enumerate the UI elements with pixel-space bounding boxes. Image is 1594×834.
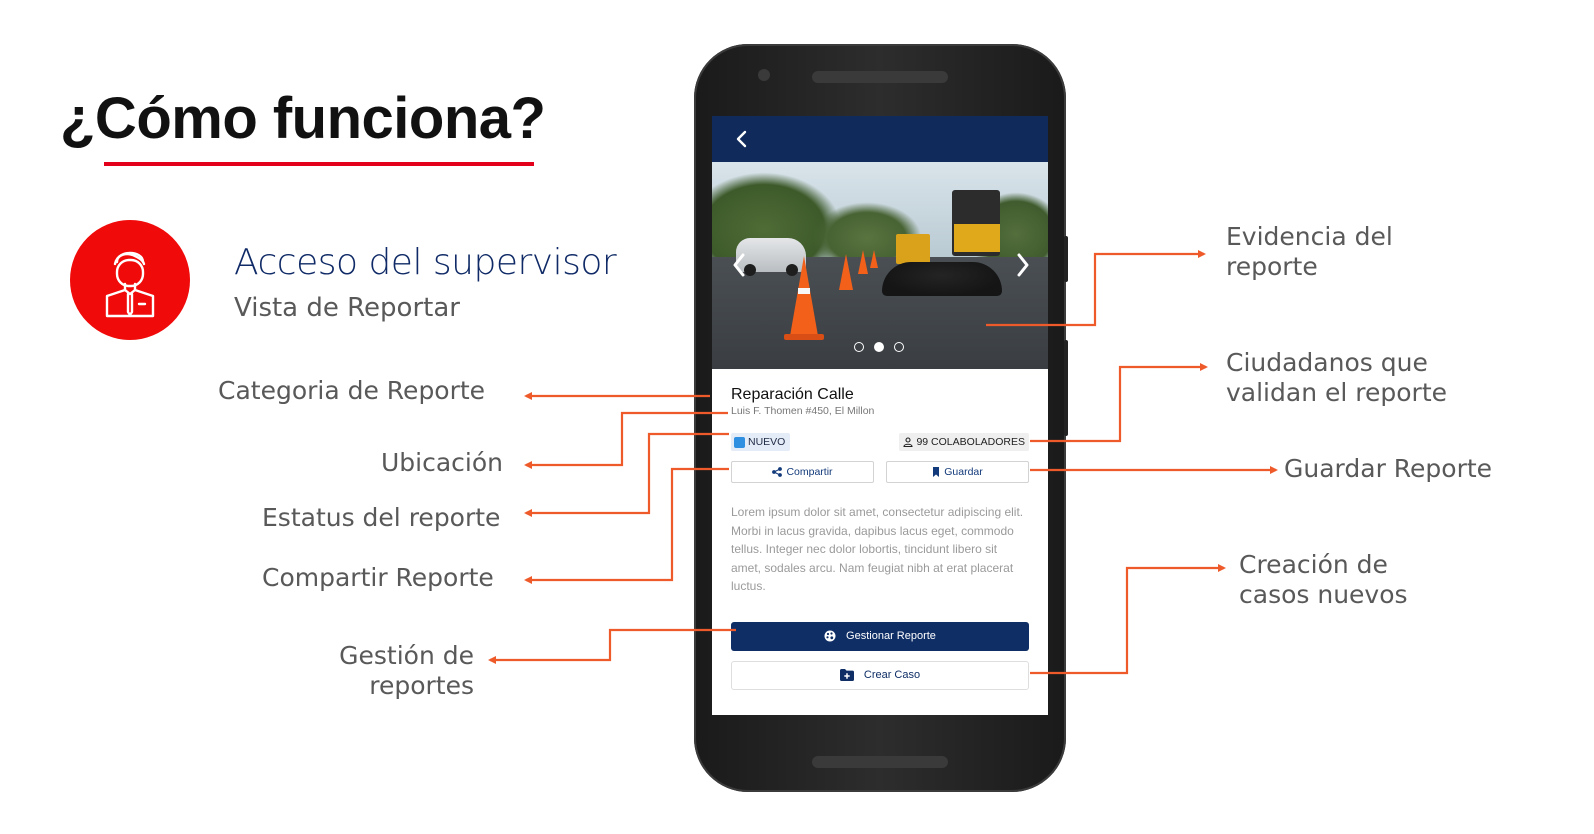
status-text: NUEVO [748, 436, 786, 448]
label-gestion-line2: reportes [369, 670, 474, 700]
report-content: Reparación Calle Luis F. Thomen #450, El… [712, 369, 1048, 690]
carousel-dots [854, 342, 904, 352]
label-ciudadanos-line1: Ciudadanos que [1226, 348, 1428, 377]
supervisor-icon [105, 251, 155, 318]
report-title: Reparación Calle [731, 386, 854, 403]
role-title: Acceso del supervisor [234, 242, 617, 283]
user-icon [903, 437, 914, 447]
supervisor-badge [70, 220, 190, 340]
photo-cat-truck [896, 234, 930, 264]
action-row: Compartir Guardar [731, 461, 1029, 483]
photo-road [712, 257, 1048, 369]
label-evidencia: Evidencia del reporte [1226, 222, 1393, 281]
phone-bottom-speaker [812, 756, 948, 768]
photo-cone-stripe [798, 288, 810, 294]
palette-icon [824, 630, 836, 642]
label-gestion-line1: Gestión de [339, 641, 474, 670]
app-bar [712, 116, 1048, 162]
save-button[interactable]: Guardar [886, 461, 1029, 483]
label-evidencia-line1: Evidencia del [1226, 222, 1393, 251]
title-underline [104, 162, 534, 166]
label-compartir: Compartir Reporte [262, 563, 494, 592]
role-subtitle: Vista de Reportar [234, 293, 460, 323]
label-gestion: Gestión de reportes [330, 641, 474, 700]
create-case-button[interactable]: Crear Caso [731, 660, 1029, 690]
label-creacion-line2: casos nuevos [1239, 579, 1408, 609]
report-meta-row: NUEVO 99 COLABOLADORES [731, 433, 1029, 451]
phone-side-button [1064, 236, 1068, 282]
label-ciudadanos-line2: validan el reporte [1226, 377, 1447, 407]
phone-camera [758, 69, 770, 81]
label-creacion-line1: Creación de [1239, 550, 1388, 579]
carousel-dot[interactable] [854, 342, 864, 352]
carousel-dot[interactable] [894, 342, 904, 352]
report-address: Luis F. Thomen #450, El Millon [731, 405, 875, 417]
report-description: Lorem ipsum dolor sit amet, consectetur … [731, 505, 1024, 593]
status-badge: NUEVO [731, 433, 791, 451]
label-estatus: Estatus del reporte [262, 503, 501, 532]
bookmark-icon [933, 467, 940, 477]
back-icon[interactable] [732, 128, 752, 150]
photo-dirt-pile [882, 262, 1002, 296]
label-ciudadanos: Ciudadanos que validan el reporte [1226, 348, 1447, 407]
collaborators-text: 99 COLABOLADORES [916, 436, 1025, 448]
photo-cone-small [870, 250, 878, 268]
label-guardar: Guardar Reporte [1284, 454, 1493, 483]
create-case-label: Crear Caso [863, 669, 921, 681]
slide-title: ¿Cómo funciona? [60, 86, 546, 151]
folder-plus-icon [839, 669, 854, 681]
photo-machine-body [954, 224, 1000, 252]
label-categoria: Categoria de Reporte [218, 376, 486, 405]
share-button[interactable]: Compartir [731, 461, 874, 483]
photo-cone-small [858, 250, 868, 274]
phone-mockup: Reparación Calle Luis F. Thomen #450, El… [694, 44, 1068, 792]
label-ubicacion: Ubicación [381, 448, 504, 477]
status-color-icon [734, 436, 745, 448]
evidence-photo [712, 162, 1048, 369]
photo-cone-medium [839, 254, 853, 290]
phone-speaker [812, 71, 948, 83]
share-icon [772, 467, 783, 477]
label-creacion: Creación de casos nuevos [1239, 550, 1408, 609]
photo-cone-base [784, 334, 824, 340]
chevron-left-icon[interactable] [730, 252, 748, 278]
chevron-right-icon[interactable] [1014, 252, 1032, 278]
phone-volume-button [1064, 340, 1068, 436]
save-label: Guardar [944, 466, 983, 478]
carousel-dot-active[interactable] [874, 342, 884, 352]
share-label: Compartir [786, 466, 833, 478]
collaborators-badge: 99 COLABOLADORES [899, 433, 1029, 451]
app-screen: Reparación Calle Luis F. Thomen #450, El… [712, 116, 1048, 715]
manage-report-label: Gestionar Reporte [846, 630, 936, 642]
label-evidencia-line2: reporte [1226, 251, 1318, 281]
photo-cone-large [790, 256, 818, 336]
manage-report-button[interactable]: Gestionar Reporte [731, 621, 1029, 651]
